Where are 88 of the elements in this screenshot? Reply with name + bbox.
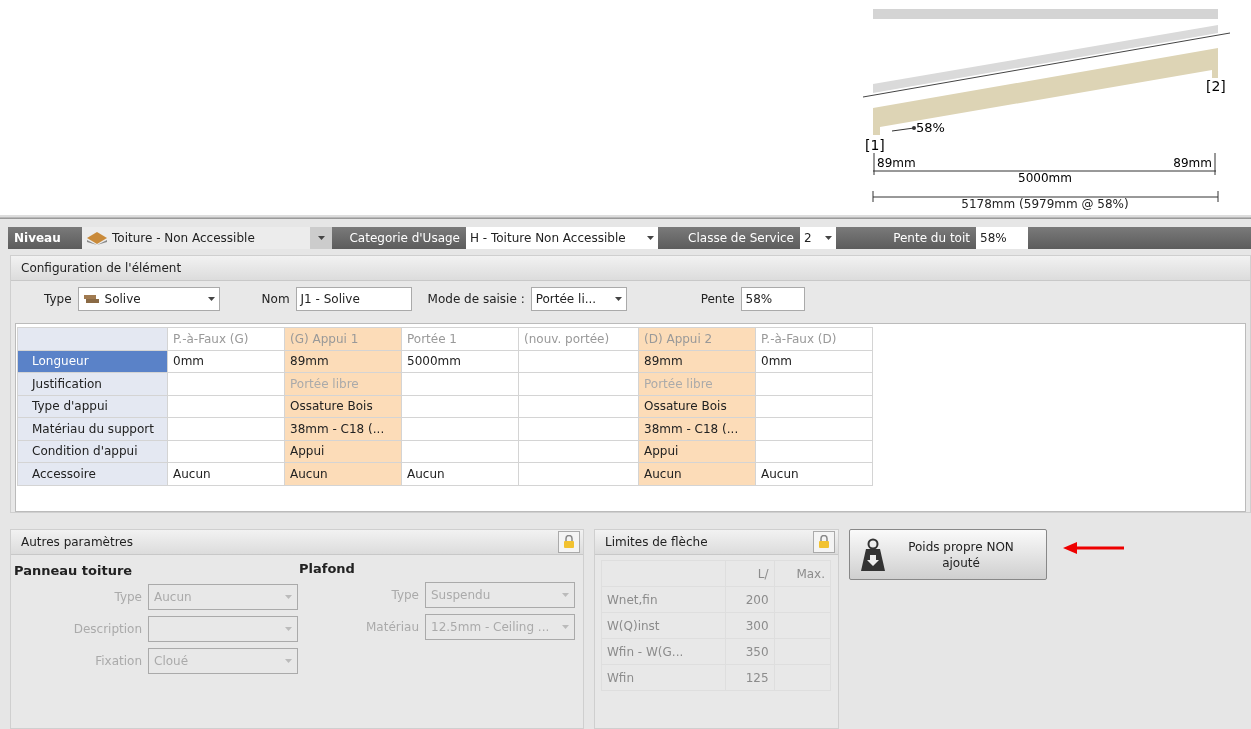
usage-label: Categorie d'Usage: [348, 231, 461, 245]
service-class-dropdown[interactable]: 2: [800, 227, 836, 249]
panel-title: Configuration de l'élément: [21, 261, 182, 275]
input-mode-label: Mode de saisie :: [427, 292, 525, 306]
table-cell: Wfin - W(G...: [601, 638, 726, 665]
table-cell: Wfin: [601, 664, 726, 691]
slope-label: 58%: [916, 120, 945, 135]
support-label: [1]: [865, 137, 885, 153]
column-header: P.-à-Faux (G): [167, 327, 285, 350]
table-cell: Wnet,fin: [601, 586, 726, 613]
name-field[interactable]: J1 - Solive: [295, 287, 412, 311]
level-dropdown[interactable]: Toiture - Non Accessible: [82, 227, 332, 249]
caret-icon: [285, 627, 292, 631]
column-header: Max.: [774, 560, 831, 587]
table-cell: 5000mm: [401, 350, 519, 373]
lock-icon: [817, 535, 831, 549]
table-cell: 89mm: [638, 350, 756, 373]
row-header[interactable]: Matériau du support: [17, 417, 168, 440]
roof-icon: [86, 231, 108, 245]
table-cell: Aucun: [167, 462, 285, 485]
column-header: P.-à-Faux (D): [755, 327, 873, 350]
service-class-label: Classe de Service: [687, 231, 795, 245]
lock-button[interactable]: [558, 531, 580, 553]
column-header: (G) Appui 1: [284, 327, 402, 350]
dimension-label: 5178mm (5979mm @ 58%): [961, 197, 1129, 211]
lock-button[interactable]: [813, 531, 835, 553]
field-label: Matériau: [364, 620, 419, 634]
roof-slope-label: Pente du toit: [892, 231, 971, 245]
row-header[interactable]: Longueur: [17, 350, 168, 373]
caret-icon: [285, 595, 292, 599]
caret-icon: [285, 659, 292, 663]
roof-slope-field[interactable]: 58%: [976, 227, 1028, 249]
type-dropdown[interactable]: Solive: [77, 287, 220, 311]
caret-icon: [562, 593, 569, 597]
group-title: Panneau toiture: [14, 563, 134, 578]
table-cell: 350: [725, 638, 775, 665]
field-label: Description: [72, 622, 142, 636]
annotation-arrow: [1063, 542, 1125, 554]
dimension-label: 89mm: [877, 156, 916, 170]
column-header: (D) Appui 2: [638, 327, 756, 350]
table-cell: Ossature Bois: [284, 395, 402, 418]
name-label: Nom: [261, 292, 290, 306]
slope-arrow: [891, 126, 916, 132]
support-label: [2]: [1206, 78, 1226, 94]
table-cell: 300: [725, 612, 775, 639]
dimension-label: 89mm: [1173, 156, 1212, 170]
input-mode-dropdown[interactable]: Portée li...: [530, 287, 627, 311]
table-cell: W(Q)inst: [601, 612, 726, 639]
caret-icon: [207, 297, 215, 301]
dimension-label: 5000mm: [1018, 171, 1072, 185]
table-cell: Appui: [284, 440, 402, 463]
column-header: Portée 1: [401, 327, 519, 350]
usage-dropdown[interactable]: H - Toiture Non Accessible: [466, 227, 658, 249]
field-label: Type: [113, 590, 142, 604]
row-header[interactable]: Justification: [17, 372, 168, 395]
dropdown-icon: [310, 227, 332, 249]
table-cell: 200: [725, 586, 775, 613]
joist-icon: [82, 292, 101, 306]
row-header[interactable]: Type d'appui: [17, 395, 168, 418]
field-label: Fixation: [94, 654, 142, 668]
group-title: Plafond: [299, 561, 356, 576]
table-cell: 0mm: [167, 350, 285, 373]
caret-icon: [647, 236, 654, 240]
row-header[interactable]: Accessoire: [17, 462, 168, 485]
slope-label: Pente: [700, 292, 735, 306]
panel-title: Limites de flèche: [605, 535, 708, 549]
weight-icon: [860, 537, 886, 572]
caret-icon: [614, 297, 622, 301]
table-cell: 0mm: [755, 350, 873, 373]
table-cell: Aucun: [401, 462, 519, 485]
caret-icon: [562, 625, 569, 629]
table-cell: Aucun: [755, 462, 873, 485]
self-weight-button[interactable]: Poids propre NON ajouté: [849, 529, 1047, 580]
type-label: Type: [44, 292, 72, 306]
panel-title: Autres paramètres: [21, 535, 133, 549]
table-cell: Appui: [638, 440, 756, 463]
column-header: L/: [725, 560, 775, 587]
column-header: (nouv. portée): [518, 327, 639, 350]
row-header[interactable]: Condition d'appui: [17, 440, 168, 463]
table-cell: Ossature Bois: [638, 395, 756, 418]
caret-icon: [825, 236, 832, 240]
level-label: Niveau: [13, 231, 62, 245]
splitter-handle[interactable]: [0, 215, 1251, 219]
table-cell: 89mm: [284, 350, 402, 373]
lock-icon: [562, 535, 576, 549]
slope-field[interactable]: 58%: [740, 287, 805, 311]
field-label: Type: [390, 588, 419, 602]
table-cell: 125: [725, 664, 775, 691]
